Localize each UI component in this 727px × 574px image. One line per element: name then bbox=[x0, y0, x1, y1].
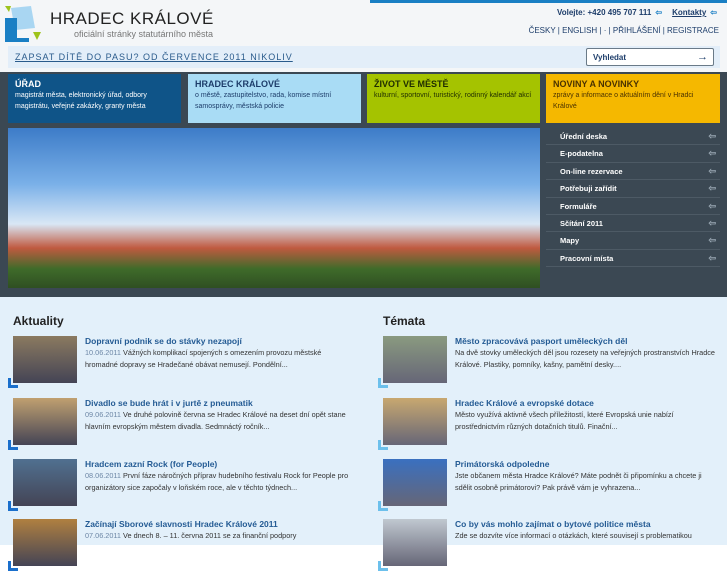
topic-item[interactable]: Primátorská odpoledne Jste občanem města … bbox=[378, 459, 718, 514]
news-title[interactable]: Hradcem zazní Rock (for People) bbox=[85, 459, 217, 469]
news-item[interactable]: Divadlo se bude hrát i v jurtě z pneumat… bbox=[8, 398, 348, 453]
announcement-link[interactable]: ZAPSAT DÍTĚ DO PASU? OD ČERVENCE 2011 NI… bbox=[15, 52, 293, 62]
side-menu-item[interactable]: On-line rezervace ⇦ bbox=[546, 163, 720, 181]
hero-city-photo bbox=[8, 128, 540, 288]
contact-line: Volejte: +420 495 707 111 ⇦ Kontakty ⇦ bbox=[557, 8, 717, 17]
arrow-left-icon: ⇦ bbox=[708, 183, 716, 194]
topic-title[interactable]: Město zpracovává pasport uměleckých děl bbox=[455, 336, 627, 346]
side-menu-item[interactable]: Potřebuji zařídit ⇦ bbox=[546, 180, 720, 198]
arrow-right-icon[interactable]: → bbox=[697, 51, 708, 63]
arrow-left-icon: ⇦ bbox=[708, 131, 716, 141]
arrow-left-icon: ⇦ bbox=[708, 252, 716, 263]
corner-decoration bbox=[378, 378, 388, 388]
news-excerpt: 07.06.2011 Ve dnech 8. – 11. června 2011… bbox=[85, 531, 297, 540]
search-placeholder: Vyhledat bbox=[593, 53, 627, 62]
topic-thumbnail[interactable] bbox=[383, 398, 447, 445]
news-excerpt: 10.06.2011 Vážných komplikací spojených … bbox=[85, 348, 322, 369]
news-thumbnail[interactable] bbox=[13, 459, 77, 506]
side-menu-item[interactable]: Formuláře ⇦ bbox=[546, 198, 720, 215]
side-menu-item[interactable]: Sčítání 2011 ⇦ bbox=[546, 215, 720, 233]
tile-noviny[interactable]: NOVINY A NOVINKY zprávy a informace o akt… bbox=[546, 74, 720, 123]
topic-thumbnail[interactable] bbox=[383, 459, 447, 506]
arrow-left-icon: ⇦ bbox=[708, 148, 716, 159]
search-input[interactable]: Vyhledat → bbox=[586, 48, 714, 66]
corner-decoration bbox=[378, 501, 388, 511]
topic-title[interactable]: Primátorská odpoledne bbox=[455, 459, 549, 469]
topic-title[interactable]: Hradec Králové a evropské dotace bbox=[455, 398, 594, 408]
news-thumbnail[interactable] bbox=[13, 519, 77, 566]
arrow-left-icon: ⇦ bbox=[708, 235, 716, 246]
news-thumbnail[interactable] bbox=[13, 336, 77, 383]
topic-excerpt: Jste občanem města Hradce Králové? Máte … bbox=[455, 471, 702, 492]
news-item[interactable]: Hradcem zazní Rock (for People) 08.06.201… bbox=[8, 459, 349, 514]
topic-item[interactable]: Hradec Králové a evropské dotace Město vy… bbox=[378, 398, 718, 453]
corner-decoration bbox=[8, 440, 18, 450]
language-login-links[interactable]: ČESKY | ENGLISH | · | PŘIHLÁŠENÍ | REGIS… bbox=[529, 26, 719, 35]
header: HRADEC KRÁLOVÉ oficiální stránky statutá… bbox=[0, 0, 727, 72]
topic-thumbnail[interactable] bbox=[383, 336, 447, 383]
corner-decoration bbox=[8, 561, 18, 571]
site-subtitle: oficiální stránky statutárního města bbox=[74, 29, 214, 39]
news-title[interactable]: Začínají Sborové slavnosti Hradec Králov… bbox=[85, 519, 278, 529]
arrow-left-icon: ⇦ bbox=[708, 200, 716, 211]
corner-decoration bbox=[378, 440, 388, 450]
news-title[interactable]: Divadlo se bude hrát i v jurtě z pneumat… bbox=[85, 398, 253, 408]
news-thumbnail[interactable] bbox=[13, 398, 77, 445]
top-accent-bar bbox=[370, 0, 727, 3]
topic-excerpt: Na dvě stovky uměleckých děl jsou rozese… bbox=[455, 348, 715, 369]
topic-excerpt: Město využívá aktivně všech příležitostí… bbox=[455, 410, 674, 431]
site-title[interactable]: HRADEC KRÁLOVÉ bbox=[50, 9, 214, 29]
topic-excerpt: Zde se dozvíte více informací o otázkách… bbox=[455, 531, 692, 540]
corner-decoration bbox=[378, 561, 388, 571]
news-item[interactable]: Začínají Sborové slavnosti Hradec Králov… bbox=[8, 519, 348, 574]
side-menu-item[interactable]: Úřední deska ⇦ bbox=[546, 128, 720, 146]
contacts-link[interactable]: Kontakty bbox=[672, 8, 706, 17]
city-logo-icon[interactable] bbox=[3, 4, 45, 42]
tile-hradec-kralove[interactable]: HRADEC KRÁLOVÉ o městě, zastupitelstvo, r… bbox=[188, 74, 361, 123]
arrow-left-icon: ⇦ bbox=[708, 165, 716, 176]
news-item[interactable]: Dopravní podnik se do stávky nezapojí 10.… bbox=[8, 336, 348, 391]
side-menu: Úřední deska ⇦ E-podatelna ⇦ On-line rezerva… bbox=[546, 128, 720, 268]
tile-urad[interactable]: ÚŘAD magistrát města, elektronický úřad, … bbox=[8, 74, 181, 123]
topic-item[interactable]: Co by vás mohlo zajímat o bytové politic… bbox=[378, 519, 718, 574]
news-excerpt: 09.06.2011 Ve druhé polovině června se H… bbox=[85, 410, 346, 431]
announcement-banner: ZAPSAT DÍTĚ DO PASU? OD ČERVENCE 2011 NI… bbox=[8, 46, 720, 68]
side-menu-item[interactable]: Mapy ⇦ bbox=[546, 232, 720, 250]
arrow-left-icon: ⇦ bbox=[655, 8, 663, 17]
arrow-left-icon: ⇦ bbox=[710, 8, 717, 17]
topic-title[interactable]: Co by vás mohlo zajímat o bytové politic… bbox=[455, 519, 651, 529]
phone: Volejte: +420 495 707 111 bbox=[556, 8, 652, 17]
corner-decoration bbox=[8, 378, 18, 388]
tile-zivot-ve-meste[interactable]: ŽIVOT VE MĚSTĚ kulturní, sportovní, turis… bbox=[367, 74, 540, 123]
news-title[interactable]: Dopravní podnik se do stávky nezapojí bbox=[85, 336, 242, 346]
topics-heading: Témata bbox=[383, 314, 426, 328]
topic-thumbnail[interactable] bbox=[383, 519, 447, 566]
topic-item[interactable]: Město zpracovává pasport uměleckých děl N… bbox=[378, 336, 718, 391]
side-menu-item[interactable]: E-podatelna ⇦ bbox=[546, 145, 720, 163]
corner-decoration bbox=[8, 501, 18, 511]
arrow-left-icon: ⇦ bbox=[708, 217, 716, 228]
side-menu-item[interactable]: Pracovní místa ⇦ bbox=[546, 250, 720, 268]
news-excerpt: 08.06.2011 První fáze náročných příprav … bbox=[85, 471, 349, 492]
news-heading: Aktuality bbox=[13, 314, 64, 328]
